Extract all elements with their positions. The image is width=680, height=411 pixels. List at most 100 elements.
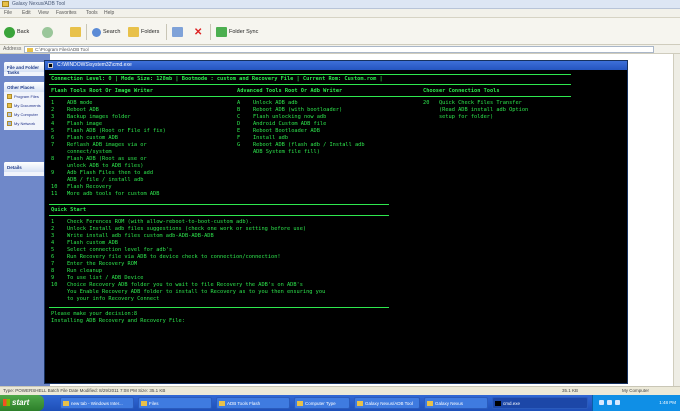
up-folder-button[interactable] — [70, 25, 81, 39]
forward-arrow-icon — [42, 26, 53, 38]
delete-button[interactable]: ✕ — [194, 25, 202, 39]
col1-menu-line: 2 Reboot ADB — [51, 107, 99, 113]
quick-start-line: 9 To use list / ADB Device — [51, 275, 144, 281]
folder-sync-label: Folder Sync — [229, 29, 259, 35]
col2-menu-line: B Reboot ADB (with bootloader) — [237, 107, 343, 113]
up-folder-icon — [70, 27, 81, 37]
quick-start-line: 4 Flash custom ADB — [51, 240, 118, 246]
folders-button[interactable]: Folders — [128, 25, 159, 39]
col3-title: Chooser Connection Tools — [423, 88, 500, 94]
taskbar-item[interactable]: Galaxy Nexus — [424, 397, 488, 409]
col1-menu-line: connect/system — [51, 149, 112, 155]
vertical-scrollbar[interactable] — [673, 54, 680, 386]
address-bar: Address C:\Program Files\ADB Tool — [0, 45, 680, 54]
search-button[interactable]: Search — [92, 25, 120, 39]
folder-icon — [357, 401, 363, 406]
console-title-bar[interactable]: C:\WINDOWS\system32\cmd.exe — [45, 61, 627, 70]
console-header: Connection Level: 0 | Mode Size: 128mb |… — [51, 76, 383, 82]
taskbar-item[interactable]: Galaxy Nexus/ADB Tool — [354, 397, 420, 409]
menu-file[interactable]: File — [4, 10, 12, 16]
folder-icon — [141, 401, 147, 406]
col1-menu-line: 1 ADB mode — [51, 100, 93, 106]
console-rule — [49, 307, 389, 308]
volume-tray-icon[interactable] — [607, 400, 612, 405]
forward-button[interactable] — [42, 25, 53, 39]
back-button[interactable]: Back — [4, 25, 29, 39]
system-tray: 1:48 PM — [592, 395, 680, 411]
console-window[interactable]: C:\WINDOWS\system32\cmd.exe Connection L… — [44, 60, 628, 384]
windows-flag-icon — [3, 399, 10, 406]
prompt-line: Installing ADB Recovery and Recovery Fil… — [51, 318, 185, 324]
quick-start-line: 7 Enter the Recovery ROM — [51, 261, 138, 267]
quick-start-line: 1 Check Ferences ROM (with allow-reboot-… — [51, 219, 252, 225]
folder-icon — [7, 94, 12, 99]
col1-menu-line: ADB / file / install adb — [51, 177, 144, 183]
other-place-label: My Computer — [14, 112, 39, 117]
quick-start-line: 5 Select connection level for adb's — [51, 247, 173, 253]
toolbar-separator — [166, 24, 167, 40]
col1-title: Flash Tools Root Or Image Writer — [51, 88, 154, 94]
window-title: Galaxy Nexus/ADB Tool — [12, 1, 66, 7]
taskbar-item-active[interactable]: cmd.exe — [492, 397, 588, 409]
sync-icon — [216, 27, 227, 37]
views-button[interactable] — [172, 25, 183, 39]
col1-menu-line: 5 Flash ADB (Root or File if fix) — [51, 128, 166, 134]
col2-menu-line: C Flash unlocking now adb — [237, 114, 327, 120]
address-input[interactable]: C:\Program Files\ADB Tool — [24, 46, 654, 53]
security-tray-icon[interactable] — [615, 400, 620, 405]
taskbar-item-label: Computer Type — [305, 401, 336, 406]
taskbar-item[interactable]: Computer Type — [294, 397, 350, 409]
col2-menu-line: E Reboot Bootloader ADB — [237, 128, 320, 134]
quick-start-title: Quick Start — [51, 207, 87, 213]
prompt-line: Please make your decision:8 — [51, 311, 138, 317]
clock: 1:48 PM — [659, 400, 676, 405]
menu-edit[interactable]: Edit — [22, 10, 31, 16]
folder-icon — [7, 103, 12, 108]
taskbar-item-label: ADB Tools Flash — [227, 401, 261, 406]
col1-menu-line: 11 More adb tools for custom ADB — [51, 191, 160, 197]
col3-menu-line: setup for folder) — [423, 114, 494, 120]
start-button[interactable]: start — [0, 395, 44, 411]
menu-help[interactable]: Help — [104, 10, 114, 16]
app-icon — [297, 401, 303, 406]
folders-icon — [128, 27, 139, 37]
start-label: start — [12, 398, 30, 407]
col1-menu-line: 4 Flash image — [51, 121, 103, 127]
quick-start-line: 6 Run Recovery file via ADB to device ch… — [51, 254, 281, 260]
col3-menu-line: 20 Quick Check Files Transfer — [423, 100, 522, 106]
quick-start-line: You Enable Recovery ADB folder to instal… — [51, 289, 326, 295]
col1-menu-line: 9 Adb Flash Files then to add — [51, 170, 154, 176]
col2-menu-line: A Unlock ADB adb — [237, 100, 298, 106]
folder-sync-button[interactable]: Folder Sync — [216, 25, 258, 39]
taskbar-item[interactable]: new tab - Windows Inter... — [60, 397, 134, 409]
app-icon — [63, 401, 69, 406]
address-label: Address — [3, 46, 22, 52]
status-bar: Type: POWERSHELL Batch File Date Modifie… — [0, 386, 680, 395]
quick-start-line: 2 Unlock Install adb files suggestions (… — [51, 226, 307, 232]
menu-tools[interactable]: Tools — [86, 10, 98, 16]
search-label: Search — [103, 29, 121, 35]
col2-title: Advanced Tools Root Or Adb Writer — [237, 88, 343, 94]
delete-x-icon: ✕ — [194, 26, 203, 38]
quick-start-line: 10 Choice Recovery ADB folder you to wai… — [51, 282, 303, 288]
taskbar-item-label: Galaxy Nexus/ADB Tool — [365, 401, 413, 406]
quick-start-line: 8 Run cleanup — [51, 268, 103, 274]
console-icon — [495, 401, 501, 406]
console-rule — [49, 84, 571, 85]
status-zone: My Computer — [622, 388, 650, 393]
explorer-title-bar[interactable]: Galaxy Nexus/ADB Tool — [0, 0, 680, 9]
col1-menu-line: 10 Flash Recovery — [51, 184, 112, 190]
col1-menu-line: 3 Backup images folder — [51, 114, 131, 120]
col1-menu-line: 7 Reflash ADB images via or — [51, 142, 147, 148]
col1-menu-line: 8 Flash ADB (Root as use or — [51, 156, 147, 162]
other-place-label: Program Files — [14, 94, 39, 99]
app-icon — [219, 401, 225, 406]
col2-menu-line: G Reboot ADB (flash adb / Install adb — [237, 142, 365, 148]
menu-view[interactable]: View — [38, 10, 49, 16]
network-tray-icon[interactable] — [599, 400, 604, 405]
menu-favorites[interactable]: Favorites — [56, 10, 77, 16]
taskbar-item[interactable]: ADB Tools Flash — [216, 397, 290, 409]
taskbar-item[interactable]: Files — [138, 397, 212, 409]
views-icon — [172, 27, 183, 37]
other-place-label: My Documents — [14, 103, 41, 108]
